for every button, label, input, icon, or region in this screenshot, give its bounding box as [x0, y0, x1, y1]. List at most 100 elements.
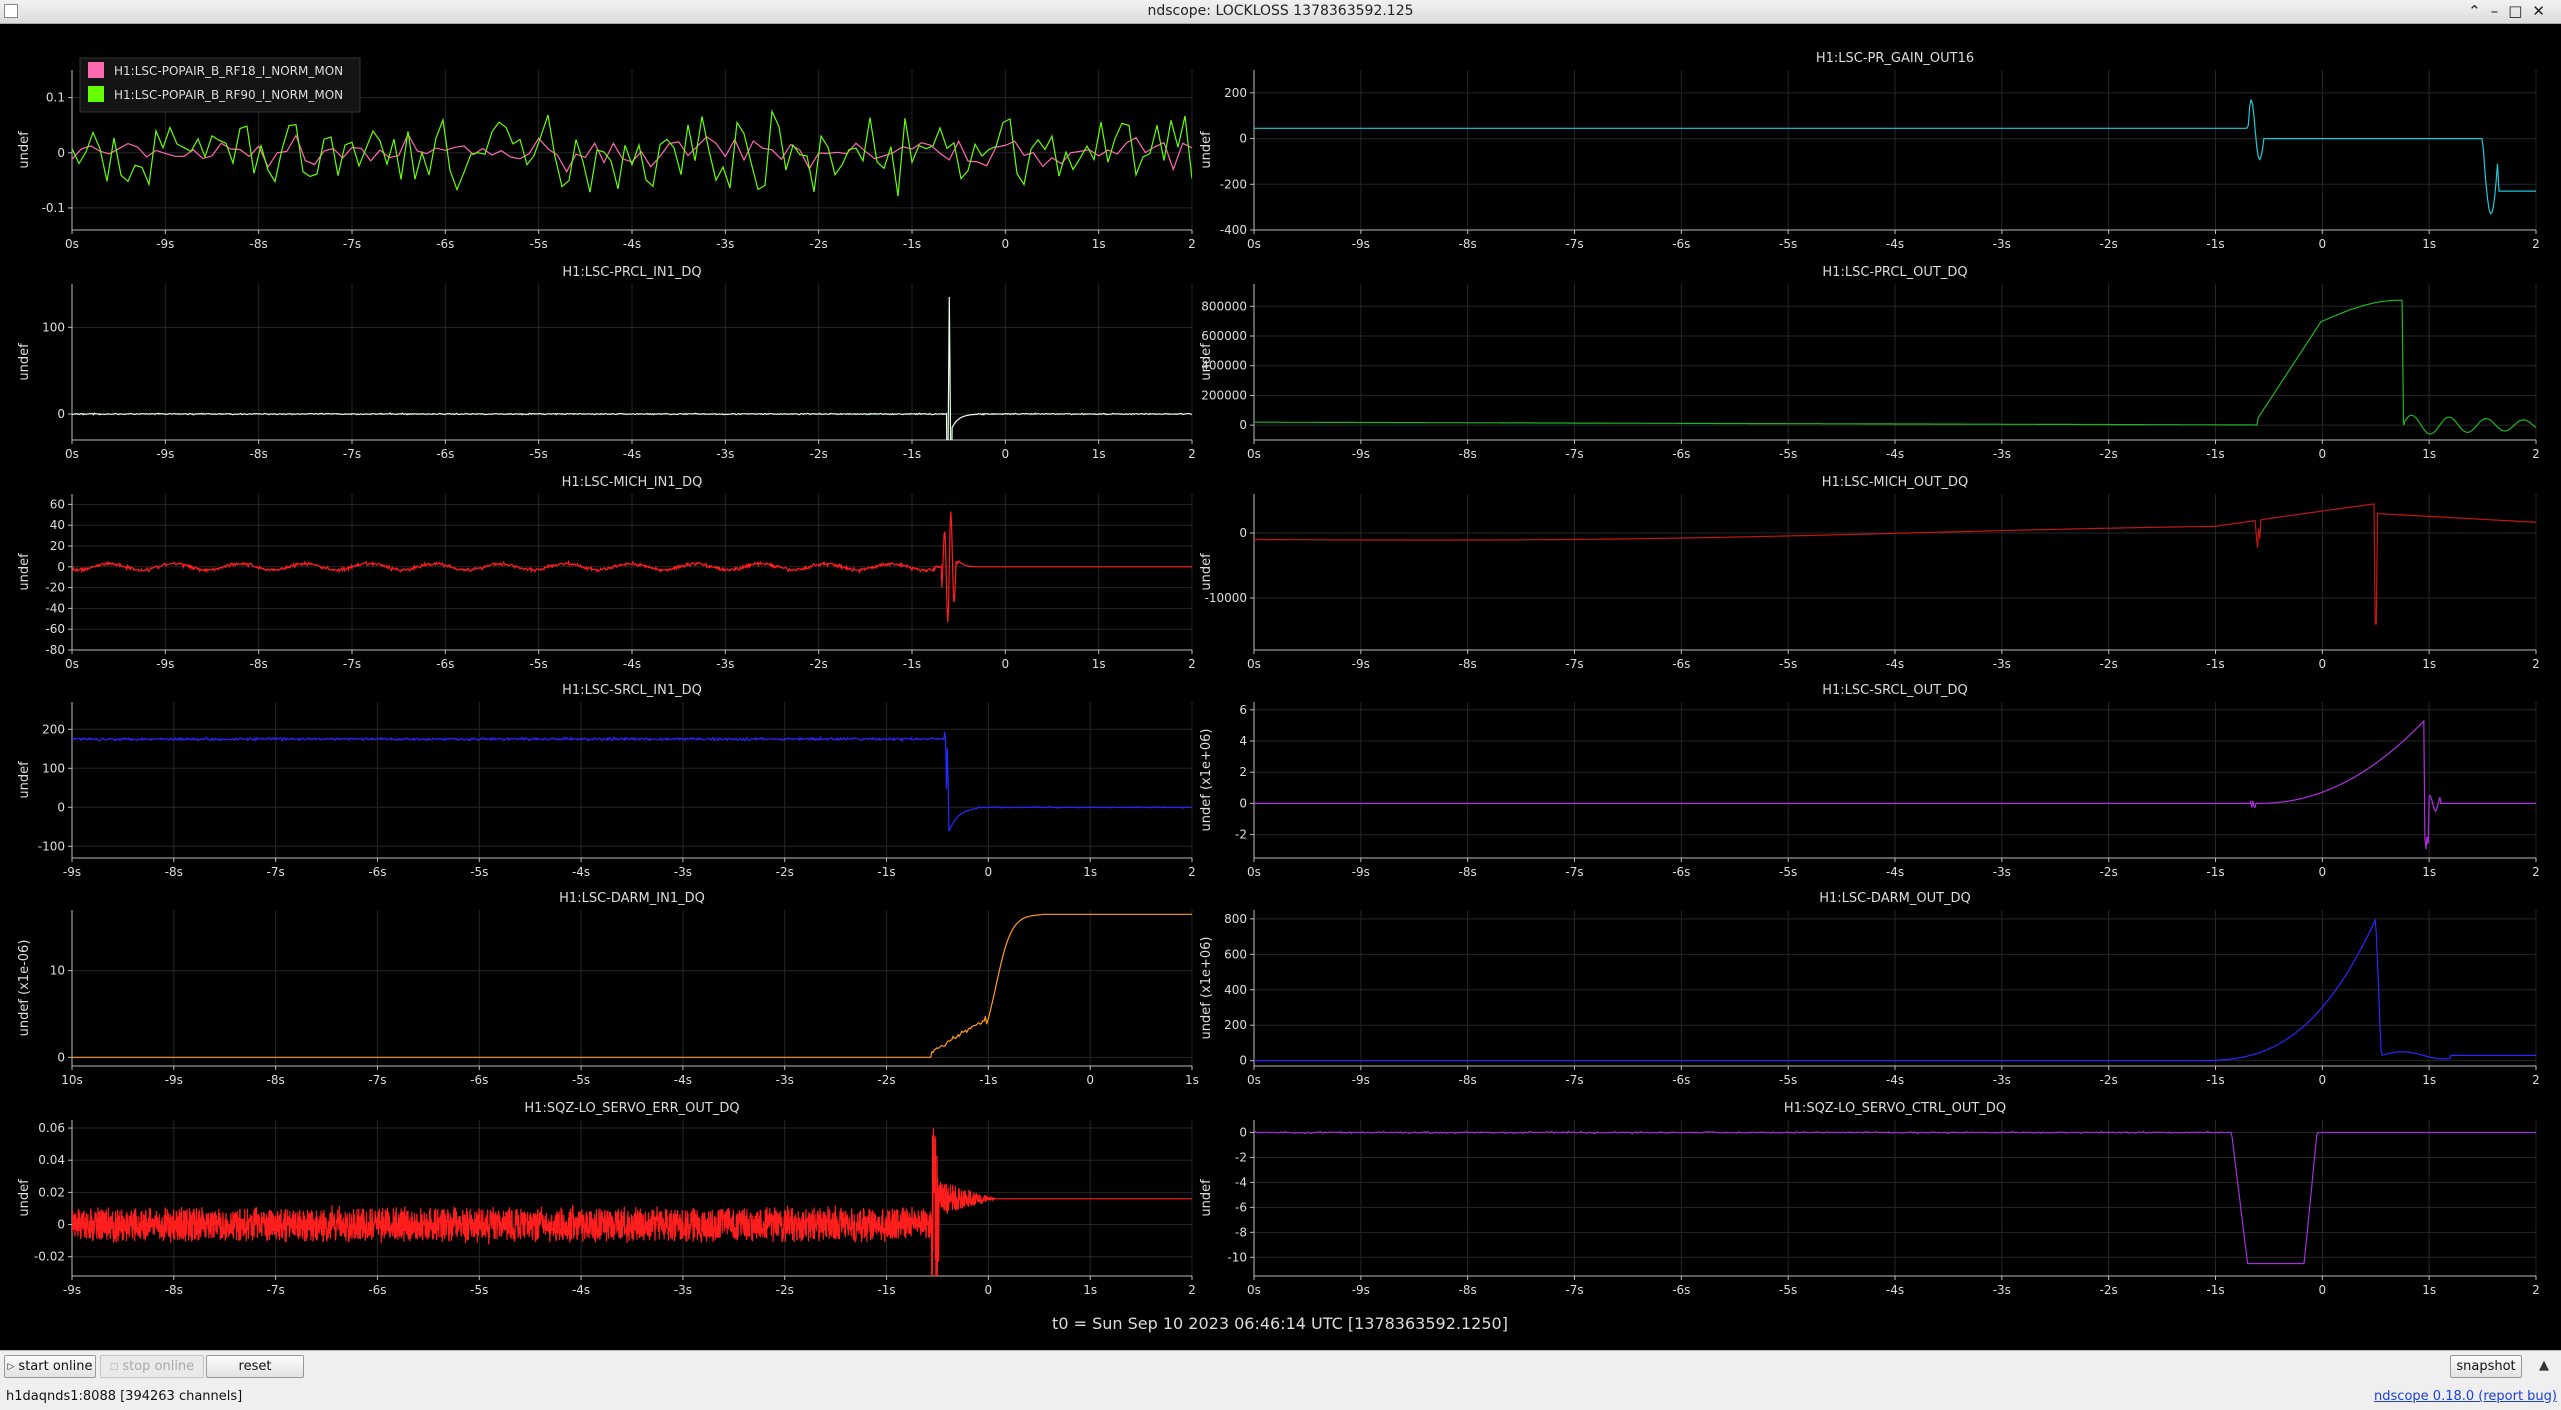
- x-tick-label: 0s: [1247, 237, 1261, 251]
- y-tick-label: 60: [50, 497, 65, 511]
- stop-online-button[interactable]: □ stop online: [100, 1355, 204, 1378]
- x-tick-label: -6s: [368, 1283, 386, 1297]
- x-tick-label: -4s: [623, 657, 641, 671]
- x-tick-label: -7s: [1565, 1073, 1583, 1087]
- series-line: [72, 731, 1192, 832]
- reset-button[interactable]: reset: [206, 1355, 304, 1378]
- plot-panel[interactable]: H1:LSC-MICH_IN1_DQ6040200-20-40-60-800s -…: [17, 475, 1196, 671]
- plot-grid[interactable]: t0 = Sun Sep 10 2023 06:46:14 UTC [13783…: [0, 24, 2561, 1350]
- x-tick-label: -1s: [2206, 237, 2224, 251]
- x-tick-label: 1s: [1092, 657, 1106, 671]
- plot-panel[interactable]: H1:LSC-PR_GAIN_OUT16 200 0 -200 -4000s -9s -8s…: [1199, 51, 2540, 251]
- x-tick-label: 0: [985, 1283, 993, 1297]
- x-tick-label: -2s: [2100, 1283, 2118, 1297]
- x-tick-label: 1s: [2422, 1283, 2436, 1297]
- x-tick-label: -6s: [1672, 657, 1690, 671]
- x-tick-label: -7s: [343, 447, 361, 461]
- y-tick-label: 4: [1239, 734, 1247, 748]
- x-tick-label: -7s: [267, 865, 285, 879]
- x-tick-label: -7s: [343, 657, 361, 671]
- plot-title: H1:LSC-PRCL_IN1_DQ: [562, 265, 701, 280]
- x-tick-label: -5s: [530, 447, 548, 461]
- x-tick-label: -1s: [877, 1283, 895, 1297]
- x-tick-label: 0: [2319, 237, 2327, 251]
- x-tick-label: -5s: [1779, 1283, 1797, 1297]
- x-tick-label: -2s: [810, 237, 828, 251]
- x-tick-label: -3s: [674, 1283, 692, 1297]
- plot-panel[interactable]: H1:LSC-SRCL_OUT_DQ 6 4 2 0 -2 0s -9s -8s -7s -6s -5…: [1199, 683, 2540, 879]
- maximize-up-icon[interactable]: ⌃: [2468, 2, 2491, 20]
- x-tick-label: -6s: [436, 657, 454, 671]
- y-axis-label: undef: [1199, 131, 1214, 169]
- x-tick-label: -5s: [1779, 865, 1797, 879]
- x-tick-label: -3s: [716, 237, 734, 251]
- y-tick-label: -6: [1235, 1200, 1247, 1214]
- plot-panel[interactable]: H1:LSC-PRCL_IN1_DQ 100 0 0s -9s -8s -7s -6s -5s -…: [17, 265, 1196, 530]
- plot-panel[interactable]: H1:LSC-SRCL_IN1_DQ 200 100 0 -100 -9s -8s -7s -6…: [17, 683, 1196, 879]
- minimize-icon[interactable]: –: [2491, 2, 2509, 20]
- plot-panel[interactable]: H1:SQZ-LO_SERVO_ERR_OUT_DQ 0.06 0.04 0.02 0 -…: [17, 1101, 1196, 1313]
- x-tick-label: -3s: [1993, 657, 2011, 671]
- x-tick-label: -5s: [1779, 1073, 1797, 1087]
- y-tick-label: 200: [1224, 86, 1247, 100]
- x-tick-label: 2: [1188, 447, 1196, 461]
- x-tick-label: -3s: [716, 657, 734, 671]
- x-tick-label: -5s: [530, 237, 548, 251]
- plot-panel[interactable]: H1:LSC-MICH_OUT_DQ 0 -10000 0s -9s -8s -7s -6s -…: [1199, 475, 2540, 671]
- close-icon[interactable]: ✕: [2532, 2, 2555, 20]
- legend[interactable]: H1:LSC-POPAIR_B_RF18_I_NORM_MON H1:LSC-PO…: [79, 57, 361, 113]
- y-tick-label: -0.02: [34, 1250, 65, 1264]
- y-axis-label: undef: [17, 1179, 32, 1217]
- x-tick-label: -9s: [1352, 447, 1370, 461]
- plot-panel[interactable]: 0.1 0 -0.1 0s -9s -8s -7s -6s -5s -4s -3s -2s -1s 0 1s…: [17, 57, 1196, 251]
- x-tick-label: -8s: [1459, 237, 1477, 251]
- y-tick-label: 0: [1239, 796, 1247, 810]
- x-tick-label: 1s: [2422, 237, 2436, 251]
- y-tick-label: -10: [1227, 1250, 1247, 1264]
- x-tick-label: -5s: [470, 865, 488, 879]
- restore-icon[interactable]: □: [2508, 2, 2532, 20]
- start-online-button[interactable]: ▷ start online: [4, 1355, 96, 1378]
- x-tick-label: -4s: [1886, 1283, 1904, 1297]
- plot-title: H1:LSC-MICH_IN1_DQ: [562, 475, 703, 490]
- x-tick-label: 0: [985, 865, 993, 879]
- y-tick-label: 400: [1224, 983, 1247, 997]
- plot-panel[interactable]: H1:LSC-DARM_IN1_DQ 10 0 10s -9s -8s -7s -6s -5s -…: [17, 891, 1199, 1087]
- plot-title: H1:LSC-SRCL_OUT_DQ: [1822, 683, 1968, 698]
- x-tick-label: -3s: [1993, 237, 2011, 251]
- x-tick-label: 2: [2532, 1283, 2540, 1297]
- x-tick-label: -9s: [165, 1073, 183, 1087]
- snapshot-button[interactable]: snapshot: [2450, 1355, 2522, 1378]
- x-tick-label: -1s: [903, 237, 921, 251]
- x-tick-label: 0: [1002, 237, 1010, 251]
- legend-label: H1:LSC-POPAIR_B_RF18_I_NORM_MON: [114, 64, 343, 78]
- collapse-chevron-icon[interactable]: ▲: [2539, 1358, 2549, 1373]
- y-tick-label: 0: [57, 146, 65, 160]
- y-tick-label: -10000: [1204, 591, 1247, 605]
- x-tick-label: -1s: [903, 657, 921, 671]
- plot-panel[interactable]: H1:LSC-DARM_OUT_DQ80060040020000s -9s -8s -…: [1199, 891, 2540, 1087]
- y-tick-label: 0: [57, 1050, 65, 1064]
- y-axis-label: undef: [17, 761, 32, 799]
- x-tick-label: 0s: [1247, 447, 1261, 461]
- x-tick-label: 0: [2319, 657, 2327, 671]
- series-line: [72, 913, 1192, 1058]
- x-tick-label: 0: [1002, 447, 1010, 461]
- x-tick-label: -2s: [776, 865, 794, 879]
- x-tick-label: -7s: [1565, 447, 1583, 461]
- plot-title: H1:LSC-SRCL_IN1_DQ: [562, 683, 702, 698]
- plot-title: H1:LSC-PR_GAIN_OUT16: [1816, 51, 1974, 66]
- x-tick-label: -6s: [1672, 1073, 1690, 1087]
- plot-panel[interactable]: H1:LSC-PRCL_OUT_DQ8000006000004000002000…: [1199, 265, 2540, 461]
- version-link[interactable]: ndscope 0.18.0 (report bug): [2374, 1389, 2557, 1404]
- plots-svg[interactable]: t0 = Sun Sep 10 2023 06:46:14 UTC [13783…: [0, 24, 2561, 1350]
- plot-panel[interactable]: H1:SQZ-LO_SERVO_CTRL_OUT_DQ 0 -2 -4 -6 -8 -10 0…: [1199, 1101, 2540, 1297]
- x-tick-label: -4s: [1886, 657, 1904, 671]
- y-tick-label: 800: [1224, 912, 1247, 926]
- x-tick-label: -8s: [165, 1283, 183, 1297]
- x-tick-label: 0s: [1247, 657, 1261, 671]
- x-tick-label: -3s: [716, 447, 734, 461]
- plot-title: H1:SQZ-LO_SERVO_CTRL_OUT_DQ: [1784, 1101, 2006, 1116]
- server-status: h1daqnds1:8088 [394263 channels]: [6, 1389, 243, 1404]
- legend-swatch: [88, 86, 104, 102]
